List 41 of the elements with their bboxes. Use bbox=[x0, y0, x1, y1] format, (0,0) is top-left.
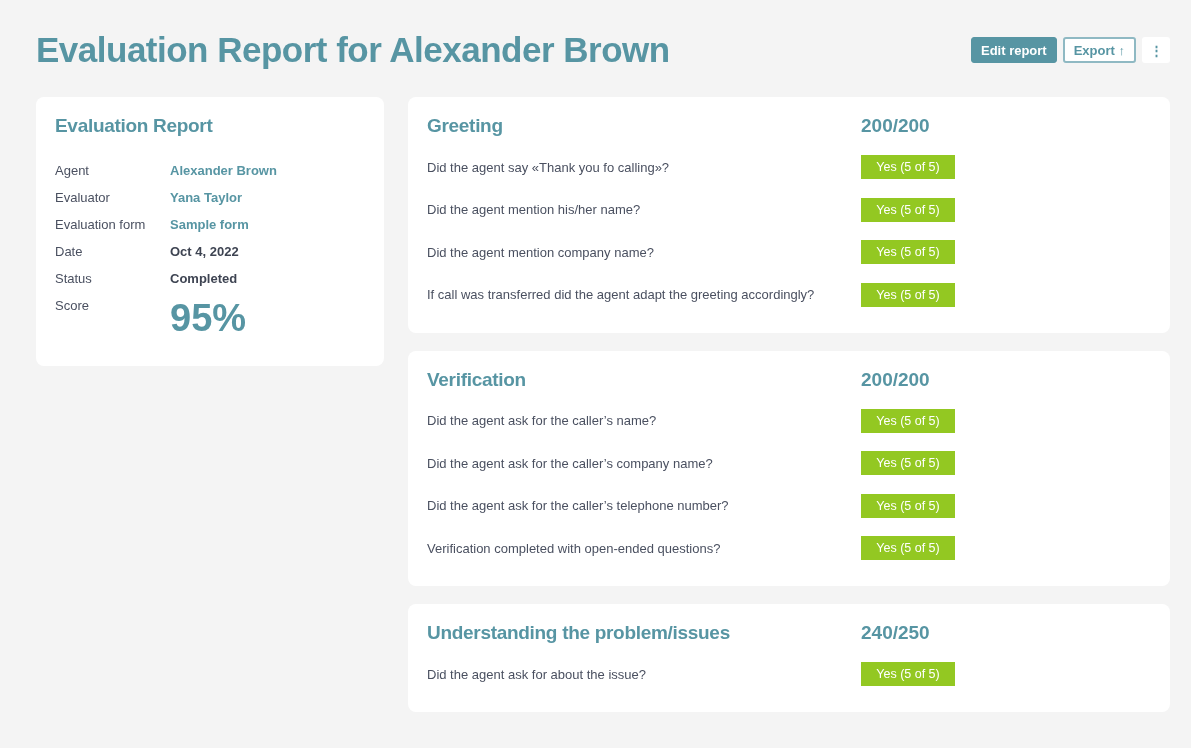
field-link[interactable]: Alexander Brown bbox=[170, 163, 365, 179]
field-label: Agent bbox=[55, 163, 90, 179]
answer-badge: Yes (5 of 5) bbox=[861, 197, 955, 222]
export-button[interactable]: Export ↑ bbox=[1062, 37, 1136, 63]
more-button[interactable]: ⋮ bbox=[1142, 37, 1170, 63]
card-title: Evaluation Report bbox=[55, 115, 214, 137]
field-label: Evaluator bbox=[55, 190, 111, 206]
answer-badge: Yes (5 of 5) bbox=[861, 408, 955, 433]
answer-badge: Yes (5 of 5) bbox=[861, 536, 955, 560]
edit-report-button[interactable]: Edit report bbox=[970, 37, 1057, 63]
question-text: Did the agent ask for the caller’s name? bbox=[427, 413, 658, 428]
field-link[interactable]: Sample form bbox=[170, 217, 365, 233]
question-text: Verification completed with open-ended questions? bbox=[427, 540, 722, 556]
score-value: 95% bbox=[170, 298, 248, 338]
field-label: Score bbox=[55, 298, 90, 315]
section-title: Understanding the problem/issues bbox=[427, 622, 731, 644]
section-score: 200/200 bbox=[861, 115, 930, 137]
answer-badge: Yes (5 of 5) bbox=[861, 155, 955, 179]
page-title: Evaluation Report for Alexander Brown bbox=[36, 30, 670, 70]
question-text: Did the agent ask for the caller’s telephone number? bbox=[427, 498, 730, 513]
section-title: Verification bbox=[427, 368, 527, 391]
answer-badge: Yes (5 of 5) bbox=[861, 451, 955, 475]
field-label: Date bbox=[55, 244, 84, 260]
answer-badge: Yes (5 of 5) bbox=[861, 282, 955, 307]
section-score: 200/200 bbox=[861, 368, 930, 391]
field-label: Status bbox=[55, 271, 93, 287]
question-text: If call was transferred did the agent adapt the greeting accordingly? bbox=[427, 287, 816, 302]
question-text: Did the agent ask for the caller’s company name? bbox=[427, 455, 714, 471]
field-link[interactable]: Yana Taylor bbox=[170, 190, 365, 206]
answer-badge: Yes (5 of 5) bbox=[861, 240, 955, 264]
section-score: 240/250 bbox=[861, 622, 930, 644]
question-text: Did the agent say «Thank you fo calling»? bbox=[427, 159, 671, 175]
question-text: Did the agent ask for about the issue? bbox=[427, 666, 647, 682]
answer-badge: Yes (5 of 5) bbox=[861, 662, 955, 686]
field-label: Evaluation form bbox=[55, 217, 147, 233]
field-value: Completed bbox=[170, 271, 239, 287]
answer-badge: Yes (5 of 5) bbox=[861, 493, 955, 518]
question-text: Did the agent mention company name? bbox=[427, 244, 655, 260]
section-title: Greeting bbox=[427, 115, 504, 137]
field-value: Oct 4, 2022 bbox=[170, 244, 240, 260]
question-text: Did the agent mention his/her name? bbox=[427, 202, 642, 217]
